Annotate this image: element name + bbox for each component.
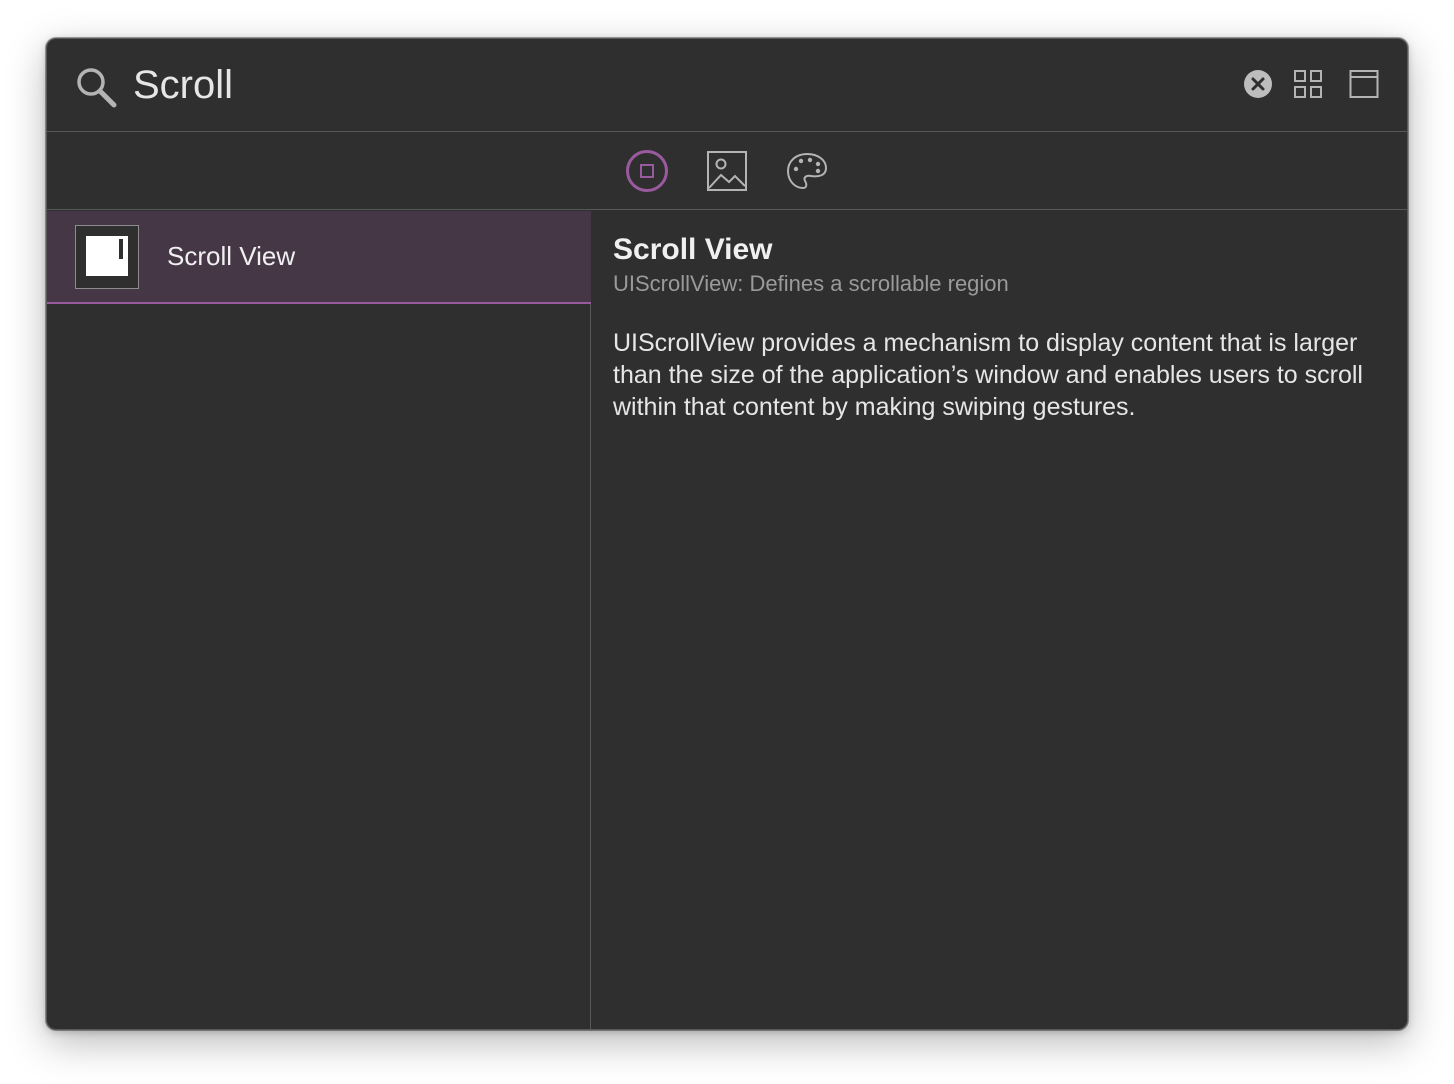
detail-subtitle: UIScrollView: Defines a scrollable regio…: [613, 271, 1009, 296]
detail-pane: Scroll View UIScrollView: Defines a scro…: [592, 211, 1407, 1029]
library-window: Scroll View Scroll View UIScrollView: De…: [46, 38, 1408, 1030]
media-icon: [707, 151, 747, 191]
colors-icon: [786, 152, 828, 190]
grid-view-icon[interactable]: [1293, 69, 1323, 99]
detail-description: UIScrollView provides a mechanism to dis…: [613, 329, 1363, 421]
filter-objects-button[interactable]: [625, 149, 669, 193]
list-item[interactable]: Scroll View: [47, 211, 591, 304]
window-icon[interactable]: [1349, 69, 1379, 99]
filter-bar: [47, 133, 1407, 210]
objects-icon: [626, 150, 668, 192]
results-list: Scroll View: [47, 211, 591, 1029]
search-input[interactable]: [133, 57, 1223, 113]
filter-media-button[interactable]: [705, 149, 749, 193]
scroll-view-icon: [75, 225, 139, 289]
search-bar: [47, 39, 1407, 132]
detail-title: Scroll View: [613, 233, 773, 266]
clear-icon[interactable]: [1243, 69, 1273, 99]
search-icon: [77, 68, 117, 108]
list-item-label: Scroll View: [167, 241, 296, 271]
filter-colors-button[interactable]: [785, 149, 829, 193]
